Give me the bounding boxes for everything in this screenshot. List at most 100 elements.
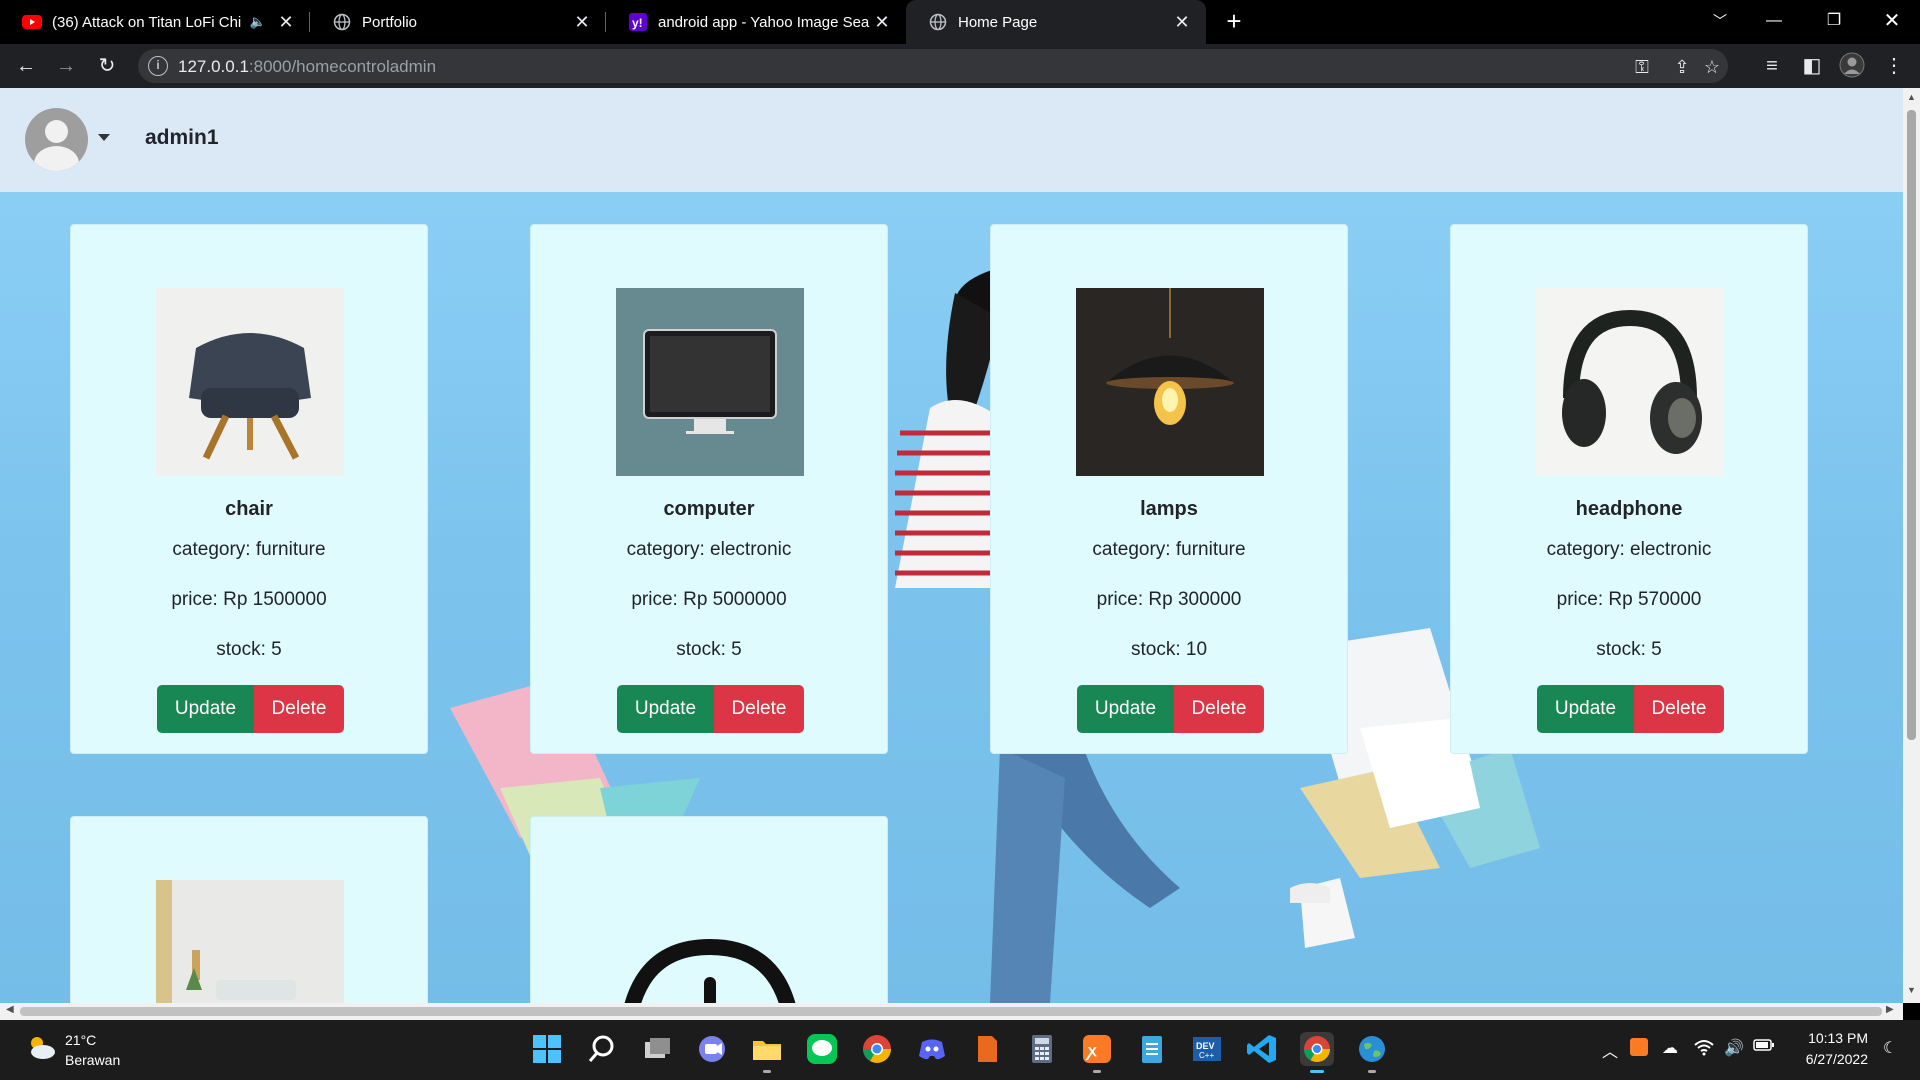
scroll-down-arrow-icon[interactable]: ▼ [1903, 985, 1920, 995]
office-app-icon[interactable] [970, 1032, 1004, 1066]
update-button[interactable]: Update [617, 685, 714, 733]
product-actions: Update Delete [157, 685, 344, 733]
new-tab-button[interactable]: + [1218, 6, 1250, 38]
notification-moon-icon[interactable]: ☾ [1878, 1038, 1902, 1058]
product-stock: stock: 10 [1130, 639, 1208, 660]
restore-button[interactable]: ❐ [1806, 0, 1862, 44]
update-button[interactable]: Update [157, 685, 254, 733]
discord-icon[interactable] [915, 1032, 949, 1066]
admin-navbar: admin1 [0, 88, 1903, 192]
battery-icon[interactable] [1752, 1038, 1776, 1057]
product-card-computer: computer category: electronic price: Rp … [530, 224, 888, 754]
site-info-icon[interactable]: i [148, 56, 168, 76]
close-tab-icon[interactable]: ✕ [570, 12, 594, 33]
update-button[interactable]: Update [1537, 685, 1634, 733]
product-card-lamps: lamps category: furniture price: Rp 3000… [990, 224, 1348, 754]
tab-title: android app - Yahoo Image Searc [658, 13, 870, 31]
chrome-icon[interactable] [860, 1032, 894, 1066]
reload-icon[interactable]: ↻ [93, 52, 121, 80]
tab-portfolio[interactable]: Portfolio ✕ [310, 0, 606, 44]
close-window-button[interactable]: ✕ [1864, 0, 1920, 44]
onedrive-cloud-icon[interactable]: ☁ [1658, 1038, 1682, 1058]
search-icon[interactable] [585, 1032, 619, 1066]
vscode-icon[interactable] [1245, 1032, 1279, 1066]
product-card-partial [530, 816, 888, 1003]
file-explorer-icon[interactable] [750, 1032, 784, 1073]
scroll-up-arrow-icon[interactable]: ▲ [1903, 92, 1920, 102]
clock-time[interactable]: 10:13 PM [1808, 1030, 1868, 1046]
product-image-lamps [1076, 288, 1264, 476]
kebab-menu-icon[interactable]: ⋮ [1880, 52, 1908, 80]
tab-search-chevron-icon[interactable]: ﹀ [1692, 0, 1748, 44]
forward-arrow-icon[interactable]: → [52, 52, 80, 80]
product-card-headphone: headphone category: electronic price: Rp… [1450, 224, 1808, 754]
volume-icon[interactable]: 🔊 [1722, 1038, 1746, 1058]
media-control-icon[interactable]: ≡ [1758, 52, 1786, 80]
side-panel-icon[interactable]: ◧ [1798, 52, 1826, 80]
close-tab-icon[interactable]: ✕ [870, 12, 894, 33]
close-tab-icon[interactable]: ✕ [274, 12, 298, 33]
product-image-room [156, 880, 344, 1003]
user-avatar[interactable] [25, 108, 88, 171]
vertical-scrollbar[interactable]: ▲ ▼ [1903, 88, 1920, 1003]
update-button[interactable]: Update [1077, 685, 1174, 733]
xampp-icon[interactable]: ꭗ [1080, 1032, 1114, 1073]
product-name: lamps [1140, 498, 1198, 520]
calculator-icon[interactable] [1025, 1032, 1059, 1066]
minimize-button[interactable]: — [1746, 0, 1802, 44]
vertical-scroll-thumb[interactable] [1907, 110, 1916, 740]
bookmark-star-icon[interactable]: ☆ [1698, 57, 1726, 78]
product-price: price: Rp 1500000 [171, 589, 327, 610]
delete-button[interactable]: Delete [254, 685, 344, 733]
product-image-partial [616, 937, 804, 1003]
globe-icon [332, 12, 352, 32]
windows-taskbar: 21°C Berawan ꭗ DEV C++ ︿ ☁ 🔊 10:13 PM 6/… [0, 1020, 1920, 1080]
line-app-icon[interactable] [805, 1032, 839, 1066]
scroll-right-arrow-icon[interactable]: ▶ [1886, 1004, 1894, 1015]
back-arrow-icon[interactable]: ← [12, 52, 40, 80]
task-view-icon[interactable] [640, 1032, 674, 1066]
product-price: price: Rp 570000 [1556, 589, 1702, 610]
scroll-left-arrow-icon[interactable]: ◀ [6, 1004, 14, 1015]
clock-date[interactable]: 6/27/2022 [1790, 1051, 1868, 1067]
profile-avatar-icon[interactable] [1838, 52, 1866, 80]
xampp-tray-icon[interactable] [1627, 1038, 1651, 1061]
product-category: category: furniture [172, 539, 326, 560]
horizontal-scroll-thumb[interactable] [20, 1007, 1882, 1016]
weather-condition[interactable]: Berawan [65, 1052, 120, 1068]
product-card-chair: chair category: furniture price: Rp 1500… [70, 224, 428, 754]
browser-globe-icon[interactable] [1355, 1032, 1389, 1073]
chat-icon[interactable] [695, 1032, 729, 1066]
tab-yahoo[interactable]: y! android app - Yahoo Image Searc ✕ [606, 0, 906, 44]
url-text: 127.0.0.1:8000/homecontroladmin [178, 57, 437, 76]
dev-cpp-icon[interactable]: DEV C++ [1190, 1032, 1224, 1066]
share-icon[interactable]: ⇪ [1668, 57, 1696, 78]
delete-button[interactable]: Delete [714, 685, 804, 733]
product-name: chair [225, 498, 273, 520]
address-bar[interactable]: i 127.0.0.1:8000/homecontroladmin ⚿ ⇪ ☆ [138, 49, 1728, 83]
key-icon[interactable]: ⚿ [1628, 57, 1656, 78]
product-image-headphone [1536, 288, 1724, 476]
product-price: price: Rp 300000 [1096, 589, 1242, 610]
show-hidden-icons-chevron-icon[interactable]: ︿ [1598, 1038, 1622, 1062]
tab-youtube[interactable]: (36) Attack on Titan LoFi Chil 🔈 ✕ [0, 0, 310, 44]
close-tab-icon[interactable]: ✕ [1170, 12, 1194, 33]
wifi-icon[interactable] [1692, 1038, 1716, 1061]
product-category: category: electronic [626, 539, 792, 560]
tab-home-page[interactable]: Home Page ✕ [906, 0, 1206, 44]
weather-temperature[interactable]: 21°C [65, 1032, 96, 1048]
windows-start-icon[interactable] [530, 1032, 564, 1066]
delete-button[interactable]: Delete [1174, 685, 1264, 733]
product-stock: stock: 5 [676, 639, 742, 660]
speaker-icon[interactable]: 🔈 [250, 14, 266, 30]
tab-strip: (36) Attack on Titan LoFi Chil 🔈 ✕ Portf… [0, 0, 1920, 44]
chrome-active-icon[interactable] [1300, 1032, 1334, 1073]
svg-text:C++: C++ [1199, 1051, 1214, 1060]
delete-button[interactable]: Delete [1634, 685, 1724, 733]
cloud-sun-icon[interactable] [26, 1034, 56, 1060]
caret-down-icon[interactable] [98, 134, 110, 141]
horizontal-scrollbar[interactable]: ◀ ▶ [0, 1003, 1903, 1020]
product-category: category: electronic [1546, 539, 1712, 560]
product-name: computer [663, 498, 755, 520]
notepad-icon[interactable] [1135, 1032, 1169, 1066]
